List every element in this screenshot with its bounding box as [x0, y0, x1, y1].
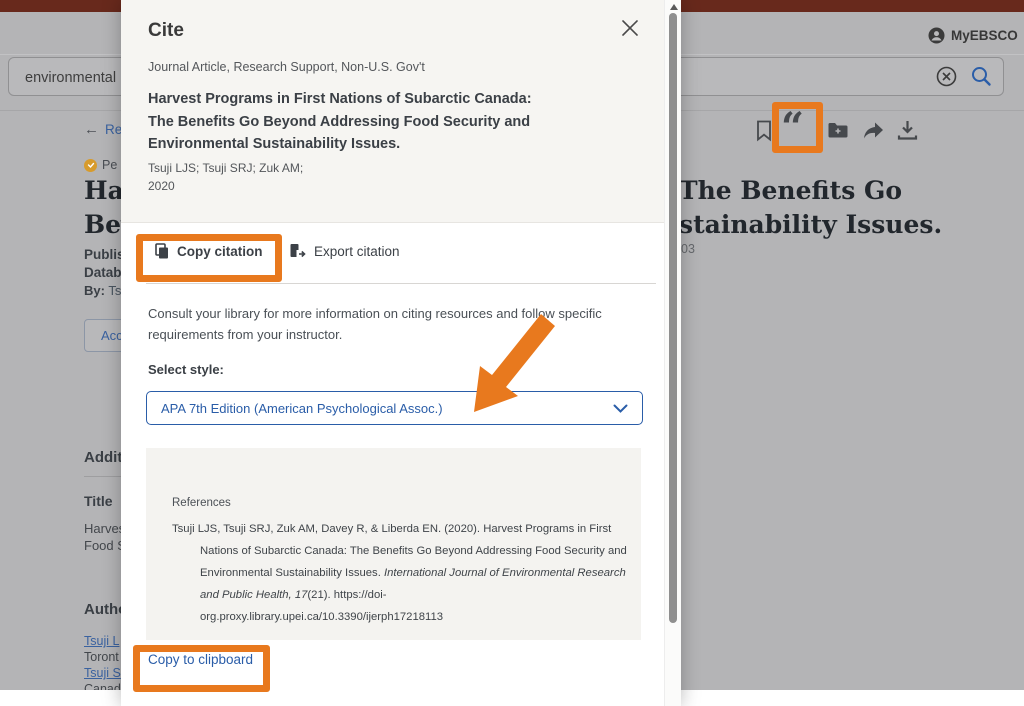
search-icon[interactable]: [970, 65, 992, 87]
section-divider: [84, 476, 121, 477]
account-icon: [928, 27, 945, 44]
citation-style-dropdown[interactable]: APA 7th Edition (American Psychological …: [146, 391, 643, 425]
account-label: MyEBSCO: [951, 28, 1018, 43]
article-type-line: Journal Article, Research Support, Non-U…: [148, 60, 425, 74]
scrollbar-thumb[interactable]: [669, 13, 677, 623]
article-title: Harvest Programs in First Nations of Sub…: [148, 88, 533, 156]
clear-search-icon[interactable]: [936, 66, 957, 87]
copy-citation-icon: [155, 243, 169, 259]
tabs-divider: [146, 283, 656, 284]
cite-modal: Cite Journal Article, Research Support, …: [121, 0, 681, 706]
library-note: Consult your library for more informatio…: [148, 303, 656, 345]
record-subtext: 03: [681, 242, 695, 256]
author-link[interactable]: Tsuji S: [84, 666, 121, 680]
modal-scrollbar[interactable]: [664, 0, 681, 706]
by-label: By:: [84, 283, 105, 298]
article-year: 2020: [148, 179, 175, 193]
add-to-folder-icon[interactable]: [827, 120, 849, 142]
by-line: By: Ts: [84, 283, 121, 298]
citation-text: Tsuji LJS, Tsuji SRJ, Zuk AM, Davey R, &…: [172, 518, 627, 628]
export-citation-icon: [289, 243, 306, 259]
tab-export-citation[interactable]: Export citation: [289, 243, 400, 259]
cite-modal-title: Cite: [148, 20, 184, 42]
record-title-right-line1: The Benefits Go: [679, 176, 902, 205]
references-heading: References: [172, 497, 231, 509]
additional-info-heading: Addit: [84, 449, 122, 466]
scrollbar-up-arrow[interactable]: [670, 4, 678, 10]
database-line: Datab: [84, 264, 125, 282]
back-arrow-icon: ←: [84, 121, 99, 138]
citation-preview-panel: References Tsuji LJS, Tsuji SRJ, Zuk AM,…: [146, 448, 641, 640]
select-style-label: Select style:: [148, 362, 224, 377]
peer-reviewed-row: Pe: [84, 158, 117, 172]
access-button-label: Acc: [101, 328, 123, 343]
copy-to-clipboard-link[interactable]: Copy to clipboard: [148, 652, 253, 667]
title-field-heading: Title: [84, 493, 113, 509]
title-field-line1: Harves: [84, 521, 125, 536]
title-field-line2: Food S: [84, 538, 126, 553]
record-title-right-line2: stainability Issues.: [679, 210, 942, 239]
download-icon[interactable]: [897, 120, 919, 142]
chevron-down-icon: [613, 404, 628, 413]
cite-icon[interactable]: “: [781, 108, 804, 148]
peer-reviewed-label: Pe: [102, 158, 117, 172]
tab-copy-citation[interactable]: Copy citation: [155, 243, 263, 259]
screen: MyEBSCO ← Res Pe Har Bey The Benefits Go…: [0, 0, 1024, 706]
citation-style-value: APA 7th Edition (American Psychological …: [161, 401, 443, 416]
close-icon[interactable]: [620, 18, 644, 42]
myebsco-account-button[interactable]: MyEBSCO: [928, 27, 1018, 44]
tab-copy-label: Copy citation: [177, 244, 263, 259]
article-authors: Tsuji LJS; Tsuji SRJ; Zuk AM;: [148, 161, 303, 175]
tab-export-label: Export citation: [314, 244, 400, 259]
bookmark-icon[interactable]: [754, 120, 776, 142]
peer-reviewed-badge-icon: [84, 159, 97, 172]
share-icon[interactable]: [861, 120, 883, 142]
by-value: Ts: [108, 283, 121, 298]
author-link[interactable]: Tsuji L: [84, 634, 119, 648]
record-meta: Publis Datab: [84, 246, 125, 281]
author-affiliation: Toront: [84, 650, 119, 664]
publisher-line: Publis: [84, 246, 125, 264]
